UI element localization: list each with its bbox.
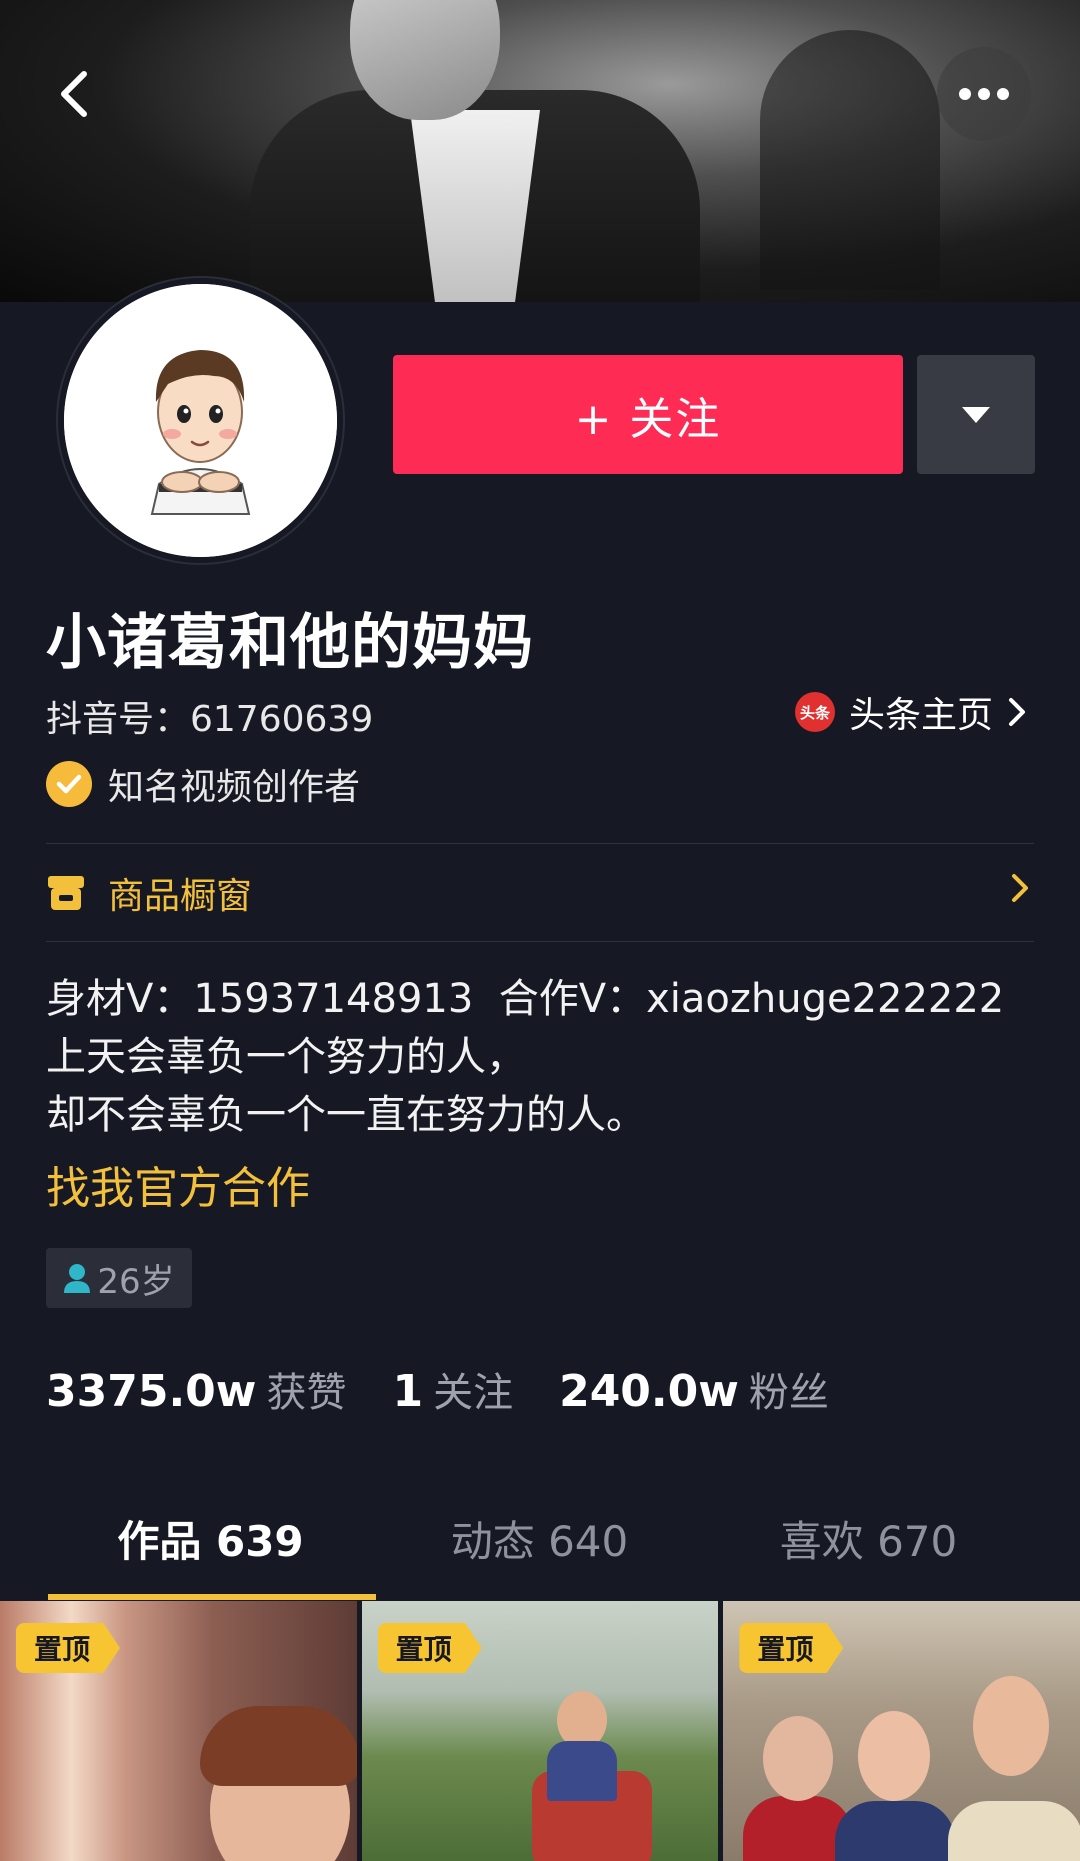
video-thumbnail[interactable]: 置顶: [0, 1601, 357, 1861]
douyin-id: 抖音号：61760639: [46, 699, 374, 740]
content-tabs: 作品 639 动态 640 喜欢 670: [46, 1508, 1034, 1569]
following-count: 1: [392, 1366, 424, 1417]
following-label: 关注: [433, 1370, 514, 1416]
more-button[interactable]: [937, 47, 1031, 141]
divider-bottom: [46, 941, 1034, 942]
following-stat[interactable]: 1 关注: [392, 1360, 513, 1418]
pinned-badge: 置顶: [739, 1623, 844, 1673]
more-horizontal-icon: [959, 88, 1009, 100]
video-grid: 置顶 置顶 置顶: [0, 1601, 1080, 1861]
age-tag: 26岁: [46, 1248, 192, 1308]
person-icon: [64, 1264, 91, 1293]
toutiao-label: 头条主页: [849, 695, 994, 736]
official-cooperation-link[interactable]: 找我官方合作: [46, 1152, 310, 1216]
thumbnail-face: [858, 1711, 931, 1801]
pinned-badge: 置顶: [377, 1623, 482, 1673]
video-thumbnail[interactable]: 置顶: [361, 1601, 719, 1861]
verified-row: 知名视频创作者: [46, 758, 360, 810]
age-label: 26岁: [97, 1261, 175, 1302]
pinned-badge: 置顶: [16, 1623, 121, 1673]
shop-icon: [48, 876, 84, 910]
thumbnail-body: [546, 1741, 617, 1801]
tab-activity[interactable]: 动态 640: [375, 1508, 704, 1569]
stats-row: 3375.0w 获赞 1 关注 240.0w 粉丝: [46, 1360, 875, 1418]
shop-window-label: 商品橱窗: [108, 876, 253, 917]
verified-label: 知名视频创作者: [108, 767, 361, 808]
thumbnail-face: [973, 1676, 1050, 1776]
tab-likes[interactable]: 喜欢 670: [704, 1508, 1033, 1569]
toutiao-logo-icon: 头条: [795, 692, 835, 732]
thumbnail-face: [763, 1716, 834, 1801]
profile-name: 小诸葛和他的妈妈: [46, 608, 534, 678]
cover-shadow: [760, 30, 940, 290]
chevron-left-icon: [61, 71, 87, 117]
recommend-dropdown-button[interactable]: [917, 355, 1035, 474]
likes-label: 获赞: [266, 1370, 347, 1416]
divider-top: [46, 843, 1034, 844]
shop-window-row[interactable]: 商品橱窗: [46, 864, 1034, 922]
verified-check-icon: [46, 761, 92, 807]
back-button[interactable]: [27, 47, 121, 141]
chevron-right-icon: [1009, 698, 1026, 726]
cartoon-avatar-icon: [64, 284, 337, 557]
likes-count: 3375.0w: [46, 1366, 257, 1417]
chevron-right-icon: [1012, 874, 1028, 902]
thumbnail-body: [948, 1801, 1080, 1861]
thumbnail-hair: [200, 1706, 357, 1786]
cover-image: [0, 0, 1080, 302]
avatar[interactable]: [58, 278, 343, 563]
likes-stat[interactable]: 3375.0w 获赞: [46, 1360, 346, 1418]
thumbnail-body: [835, 1801, 956, 1861]
fans-label: 粉丝: [748, 1370, 829, 1416]
follow-button-label: + 关注: [574, 393, 722, 445]
bio-text: 身材V：15937148913 合作V：xiaozhuge222222 上天会辜…: [46, 976, 1005, 1138]
caret-down-icon: [962, 406, 990, 423]
toutiao-homepage-link[interactable]: 头条 头条主页: [795, 686, 1027, 738]
fans-count: 240.0w: [559, 1366, 739, 1417]
active-tab-indicator: [48, 1594, 376, 1600]
follow-button[interactable]: + 关注: [393, 355, 903, 474]
fans-stat[interactable]: 240.0w 粉丝: [559, 1360, 829, 1418]
tab-works[interactable]: 作品 639: [46, 1508, 375, 1569]
video-thumbnail[interactable]: 置顶: [723, 1601, 1080, 1861]
